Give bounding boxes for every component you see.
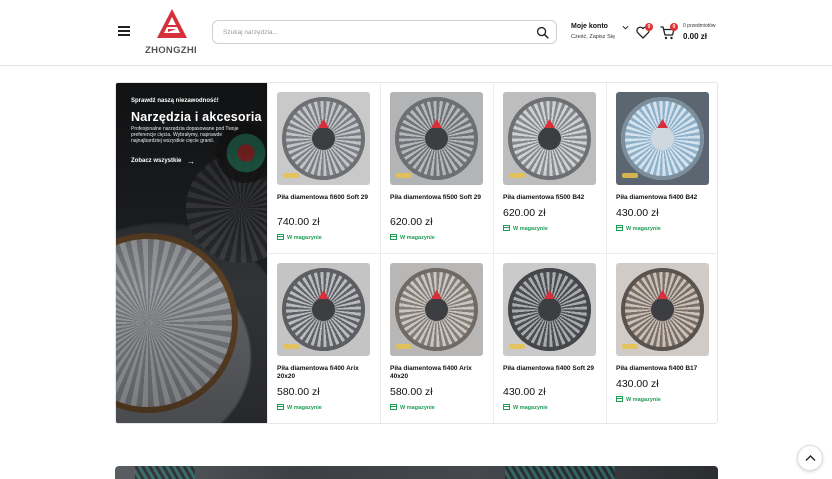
box-icon bbox=[277, 234, 284, 240]
box-icon bbox=[616, 396, 623, 402]
menu-icon[interactable] bbox=[118, 26, 130, 36]
cart-items-count: 0 przedmiotów bbox=[683, 23, 716, 29]
brand-mark-icon bbox=[431, 290, 442, 299]
product-image[interactable] bbox=[277, 92, 370, 185]
arrow-right-icon: → bbox=[187, 157, 195, 166]
product-name[interactable]: Piła diamentowa fi400 Arix 40x20 bbox=[390, 365, 488, 381]
product-price: 580.00 zł bbox=[390, 386, 433, 398]
promo-title: Narzędzia i akcesoria bbox=[131, 110, 262, 124]
box-icon bbox=[390, 234, 397, 240]
product-name[interactable]: Piła diamentowa fi400 B17 bbox=[616, 365, 714, 373]
chevron-down-icon bbox=[622, 25, 629, 30]
stock-label: W magazynie bbox=[513, 405, 548, 411]
box-icon bbox=[277, 404, 284, 410]
product-card[interactable]: Piła diamentowa fi400 B42 430.00 zł W ma… bbox=[606, 83, 717, 254]
search-icon[interactable] bbox=[536, 26, 549, 39]
stock-label: W magazynie bbox=[626, 226, 661, 232]
stock-label: W magazynie bbox=[400, 405, 435, 411]
stock-label: W magazynie bbox=[513, 226, 548, 232]
scroll-to-top-button[interactable] bbox=[797, 445, 823, 471]
cart-summary[interactable]: 0 przedmiotów 0.00 zł bbox=[683, 23, 716, 41]
promo-description: Profesjonalne narzędzia dopasowane pod T… bbox=[131, 126, 239, 144]
promo-see-all-link[interactable]: Zobacz wszystkie bbox=[131, 158, 181, 164]
stock-status: W magazynie bbox=[616, 396, 661, 403]
product-price: 620.00 zł bbox=[503, 207, 546, 219]
cart-button[interactable]: 0 bbox=[660, 23, 678, 40]
brand-mark-icon bbox=[544, 119, 555, 128]
product-image[interactable] bbox=[277, 263, 370, 356]
stock-status: W magazynie bbox=[277, 404, 322, 411]
product-card[interactable]: Piła diamentowa fi500 Soft 29 620.00 zł … bbox=[380, 83, 493, 254]
wishlist-button[interactable]: 0 bbox=[636, 23, 654, 40]
product-price: 430.00 zł bbox=[616, 207, 659, 219]
account-subtitle: Cześć, Zapisz Się bbox=[571, 34, 616, 40]
stock-status: W magazynie bbox=[277, 234, 322, 241]
brand-mark-icon bbox=[431, 119, 442, 128]
promo-banner[interactable]: Sprawdź naszą niezawodność! Narzędzia i … bbox=[116, 83, 267, 423]
brand-mark-icon bbox=[657, 119, 668, 128]
logo-mark-icon bbox=[157, 9, 187, 38]
brand-mark-icon bbox=[318, 290, 329, 299]
box-icon bbox=[616, 225, 623, 231]
product-price: 620.00 zł bbox=[390, 216, 433, 228]
product-card[interactable]: Piła diamentowa fi500 B42 620.00 zł W ma… bbox=[493, 83, 606, 254]
stock-label: W magazynie bbox=[287, 405, 322, 411]
stock-status: W magazynie bbox=[503, 404, 548, 411]
stock-label: W magazynie bbox=[626, 397, 661, 403]
brand-name: ZHONGZHI bbox=[144, 45, 197, 56]
product-image[interactable] bbox=[616, 263, 709, 356]
brand-logo[interactable]: ZHONGZHI bbox=[140, 8, 202, 58]
search-input[interactable] bbox=[223, 25, 523, 40]
site-header: ZHONGZHI Moje konto Cześć, Zapisz Się 0 … bbox=[0, 0, 832, 66]
product-image[interactable] bbox=[390, 92, 483, 185]
product-image[interactable] bbox=[390, 263, 483, 356]
product-card[interactable]: Piła diamentowa fi400 Arix 40x20 580.00 … bbox=[380, 254, 493, 423]
product-price: 740.00 zł bbox=[277, 216, 320, 228]
featured-products-section: Sprawdź naszą niezawodność! Narzędzia i … bbox=[115, 82, 718, 424]
box-icon bbox=[390, 404, 397, 410]
search-bar bbox=[212, 20, 557, 44]
product-name[interactable]: Piła diamentowa fi400 Soft 29 bbox=[503, 365, 601, 373]
product-price: 430.00 zł bbox=[616, 378, 659, 390]
product-image[interactable] bbox=[503, 263, 596, 356]
product-name[interactable]: Piła diamentowa fi600 Soft 29 bbox=[277, 194, 375, 202]
product-card[interactable]: Piła diamentowa fi400 B17 430.00 zł W ma… bbox=[606, 254, 717, 423]
account-menu[interactable]: Moje konto Cześć, Zapisz Się bbox=[571, 23, 631, 40]
product-name[interactable]: Piła diamentowa fi400 Arix 20x20 bbox=[277, 365, 375, 381]
brand-mark-icon bbox=[544, 290, 555, 299]
box-icon bbox=[503, 404, 510, 410]
wishlist-count-badge: 0 bbox=[645, 23, 653, 31]
promo-kicker: Sprawdź naszą niezawodność! bbox=[131, 98, 219, 104]
box-icon bbox=[503, 225, 510, 231]
stock-label: W magazynie bbox=[287, 235, 322, 241]
product-card[interactable]: Piła diamentowa fi400 Soft 29 430.00 zł … bbox=[493, 254, 606, 423]
bottom-banner[interactable] bbox=[115, 466, 718, 479]
stock-status: W magazynie bbox=[390, 404, 435, 411]
product-image[interactable] bbox=[503, 92, 596, 185]
product-image[interactable] bbox=[616, 92, 709, 185]
cart-count-badge: 0 bbox=[670, 23, 678, 31]
stock-status: W magazynie bbox=[503, 225, 548, 232]
brand-mark-icon bbox=[657, 290, 668, 299]
brand-mark-icon bbox=[318, 119, 329, 128]
product-price: 430.00 zł bbox=[503, 386, 546, 398]
product-card[interactable]: Piła diamentowa fi400 Arix 20x20 580.00 … bbox=[267, 254, 380, 423]
product-name[interactable]: Piła diamentowa fi500 Soft 29 bbox=[390, 194, 488, 202]
product-price: 580.00 zł bbox=[277, 386, 320, 398]
cart-total: 0.00 zł bbox=[683, 32, 708, 41]
product-name[interactable]: Piła diamentowa fi400 B42 bbox=[616, 194, 714, 202]
stock-status: W magazynie bbox=[616, 225, 661, 232]
chevron-up-icon bbox=[805, 455, 816, 461]
product-name[interactable]: Piła diamentowa fi500 B42 bbox=[503, 194, 601, 202]
product-card[interactable]: Piła diamentowa fi600 Soft 29 740.00 zł … bbox=[267, 83, 380, 254]
stock-status: W magazynie bbox=[390, 234, 435, 241]
stock-label: W magazynie bbox=[400, 235, 435, 241]
